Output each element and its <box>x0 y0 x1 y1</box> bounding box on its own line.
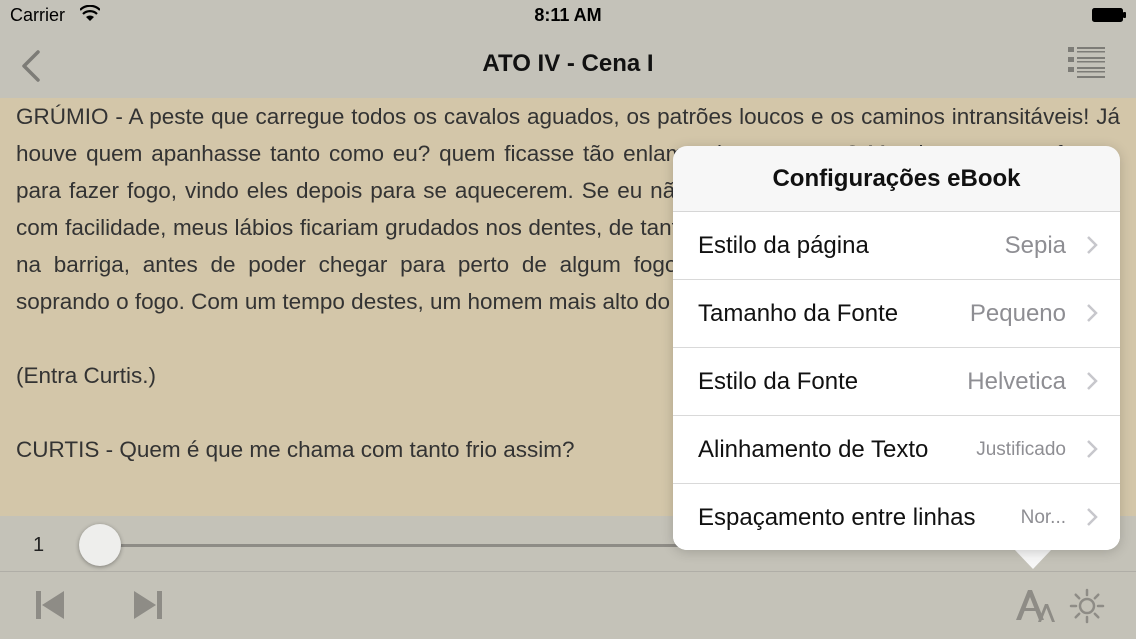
setting-font-size[interactable]: Tamanho da Fonte Pequeno <box>673 280 1120 348</box>
table-of-contents-button[interactable] <box>1068 44 1106 82</box>
setting-label: Estilo da página <box>698 232 869 259</box>
chapter-title: ATO IV - Cena I <box>482 50 654 77</box>
setting-text-alignment[interactable]: Alinhamento de Texto Justificado <box>673 416 1120 484</box>
setting-label: Estilo da Fonte <box>698 368 859 395</box>
setting-font-style[interactable]: Estilo da Fonte Helvetica <box>673 348 1120 416</box>
setting-page-style[interactable]: Estilo da página Sepia <box>673 212 1120 280</box>
popover-title: Configurações eBook <box>673 146 1120 212</box>
page-number: 1 <box>33 534 45 556</box>
brightness-button[interactable] <box>1069 588 1105 624</box>
settings-list: Estilo da página Sepia Tamanho da Fonte … <box>673 212 1120 550</box>
previous-chapter-button[interactable] <box>33 588 67 622</box>
toolbar-divider <box>0 571 1136 572</box>
setting-value: Sepia <box>1004 232 1066 259</box>
battery-icon <box>1092 8 1126 22</box>
chevron-right-icon <box>1087 440 1098 458</box>
setting-value: Helvetica <box>967 368 1066 395</box>
setting-value: Pequeno <box>969 300 1066 327</box>
setting-label: Espaçamento entre linhas <box>698 504 976 531</box>
setting-value: Justificado <box>976 439 1066 460</box>
setting-line-spacing[interactable]: Espaçamento entre linhas Nor... <box>673 484 1120 550</box>
font-settings-button[interactable] <box>1014 586 1056 624</box>
ebook-settings-popover: Configurações eBook Estilo da página Sep… <box>673 146 1120 550</box>
chevron-right-icon <box>1087 304 1098 322</box>
navigation-bar: ATO IV - Cena I <box>0 30 1136 98</box>
clock: 8:11 AM <box>534 5 602 25</box>
chevron-right-icon <box>1087 372 1098 390</box>
setting-value: Nor... <box>1020 507 1066 528</box>
chevron-right-icon <box>1087 236 1098 254</box>
setting-label: Tamanho da Fonte <box>698 300 899 327</box>
setting-label: Alinhamento de Texto <box>698 436 929 463</box>
next-chapter-button[interactable] <box>131 588 165 622</box>
chevron-right-icon <box>1087 508 1098 526</box>
popover-arrow <box>1014 549 1052 569</box>
status-bar: Carrier 8:11 AM <box>0 0 1136 30</box>
page-slider-thumb[interactable] <box>79 524 121 566</box>
